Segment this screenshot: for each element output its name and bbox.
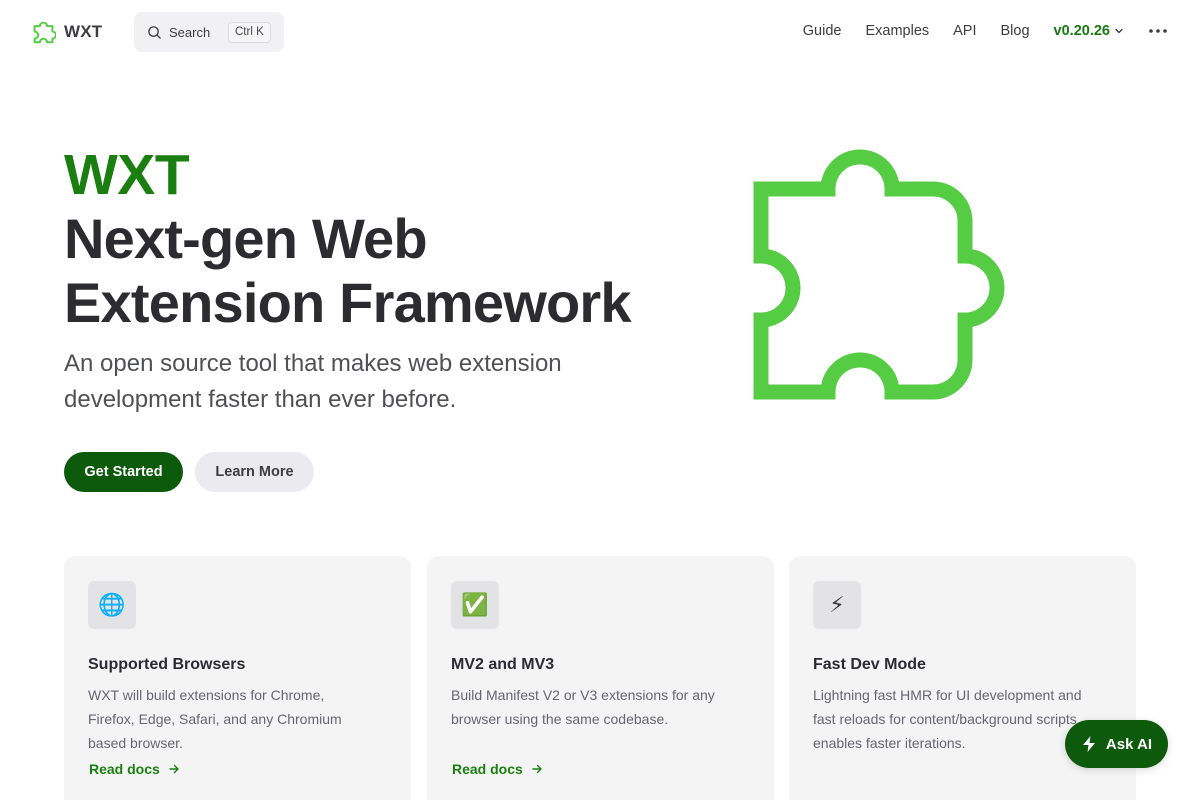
arrow-right-icon	[169, 764, 179, 774]
feature-card-mv2-mv3: ✅ MV2 and MV3 Build Manifest V2 or V3 ex…	[427, 556, 774, 800]
read-docs-link[interactable]: Read docs	[89, 761, 180, 777]
feature-details-line: WXT will build extensions for Chrome,	[88, 687, 325, 703]
hero-name: WXT	[64, 143, 190, 207]
learn-more-button[interactable]: Learn More	[195, 452, 314, 492]
feature-title: Supported Browsers	[88, 656, 246, 673]
lightning-icon: ⚡	[813, 581, 861, 629]
hero-tagline-line-2: development faster than ever before.	[64, 386, 457, 413]
feature-details-line: Firefox, Edge, Safari, and any Chromium	[88, 711, 342, 727]
check-icon: ✅	[451, 581, 499, 629]
chevron-down-icon	[1115, 28, 1123, 34]
lightning-icon	[1082, 736, 1095, 752]
nav-link-guide[interactable]: Guide	[803, 23, 842, 39]
brand-name: WXT	[64, 21, 103, 41]
read-docs-link[interactable]: Read docs	[452, 761, 543, 777]
navbar: WXT Search Ctrl K Guide Examples API Blo…	[0, 0, 1200, 64]
nav-link-api[interactable]: API	[953, 23, 976, 39]
feature-details-line: Build Manifest V2 or V3 extensions for a…	[451, 687, 715, 703]
feature-details-line: enables faster iterations.	[813, 735, 966, 751]
feature-title: MV2 and MV3	[451, 656, 555, 673]
read-docs-label: Read docs	[89, 761, 160, 777]
nav-link-blog[interactable]: Blog	[1001, 23, 1030, 39]
feature-details: Build Manifest V2 or V3 extensions for a…	[451, 683, 750, 731]
globe-icon: 🌐	[88, 581, 136, 629]
read-docs-label: Read docs	[452, 761, 523, 777]
search-icon	[148, 25, 161, 39]
search-shortcut-badge: Ctrl K	[228, 22, 271, 43]
feature-details-line: Lightning fast HMR for UI development an…	[813, 687, 1082, 703]
feature-details-line: fast reloads for content/background scri…	[813, 711, 1077, 727]
more-menu-button[interactable]	[1142, 15, 1174, 47]
feature-title: Fast Dev Mode	[813, 656, 926, 673]
feature-card-supported-browsers: 🌐 Supported Browsers WXT will build exte…	[64, 556, 411, 800]
version-label: v0.20.26	[1053, 23, 1110, 39]
ask-ai-label: Ask AI	[1105, 735, 1153, 753]
more-dots-icon	[1149, 29, 1167, 33]
version-dropdown[interactable]: v0.20.26	[1054, 23, 1124, 39]
brand-link[interactable]: WXT	[31, 19, 102, 44]
feature-details-line: based browser.	[88, 735, 183, 751]
nav-links: Guide Examples API Blog v0.20.26	[791, 0, 1200, 62]
hero-headline-line-1: Next-gen Web	[64, 207, 428, 270]
search-button[interactable]: Search Ctrl K	[134, 12, 284, 52]
hero-tagline-line-1: An open source tool that makes web exten…	[64, 350, 562, 377]
arrow-right-icon	[532, 764, 542, 774]
puzzle-icon	[753, 149, 1005, 400]
nav-link-examples[interactable]: Examples	[865, 23, 929, 39]
hero-headline: Next-gen Web Extension Framework	[64, 207, 704, 335]
hero-headline-line-2: Extension Framework	[64, 271, 632, 334]
feature-details: WXT will build extensions for Chrome, Fi…	[88, 683, 387, 755]
get-started-button[interactable]: Get Started	[64, 452, 183, 492]
ask-ai-button[interactable]: Ask AI	[1065, 720, 1168, 768]
puzzle-icon	[33, 21, 56, 44]
search-label: Search	[169, 24, 211, 40]
hero-tagline: An open source tool that makes web exten…	[64, 346, 624, 418]
feature-details-line: browser using the same codebase.	[451, 711, 669, 727]
